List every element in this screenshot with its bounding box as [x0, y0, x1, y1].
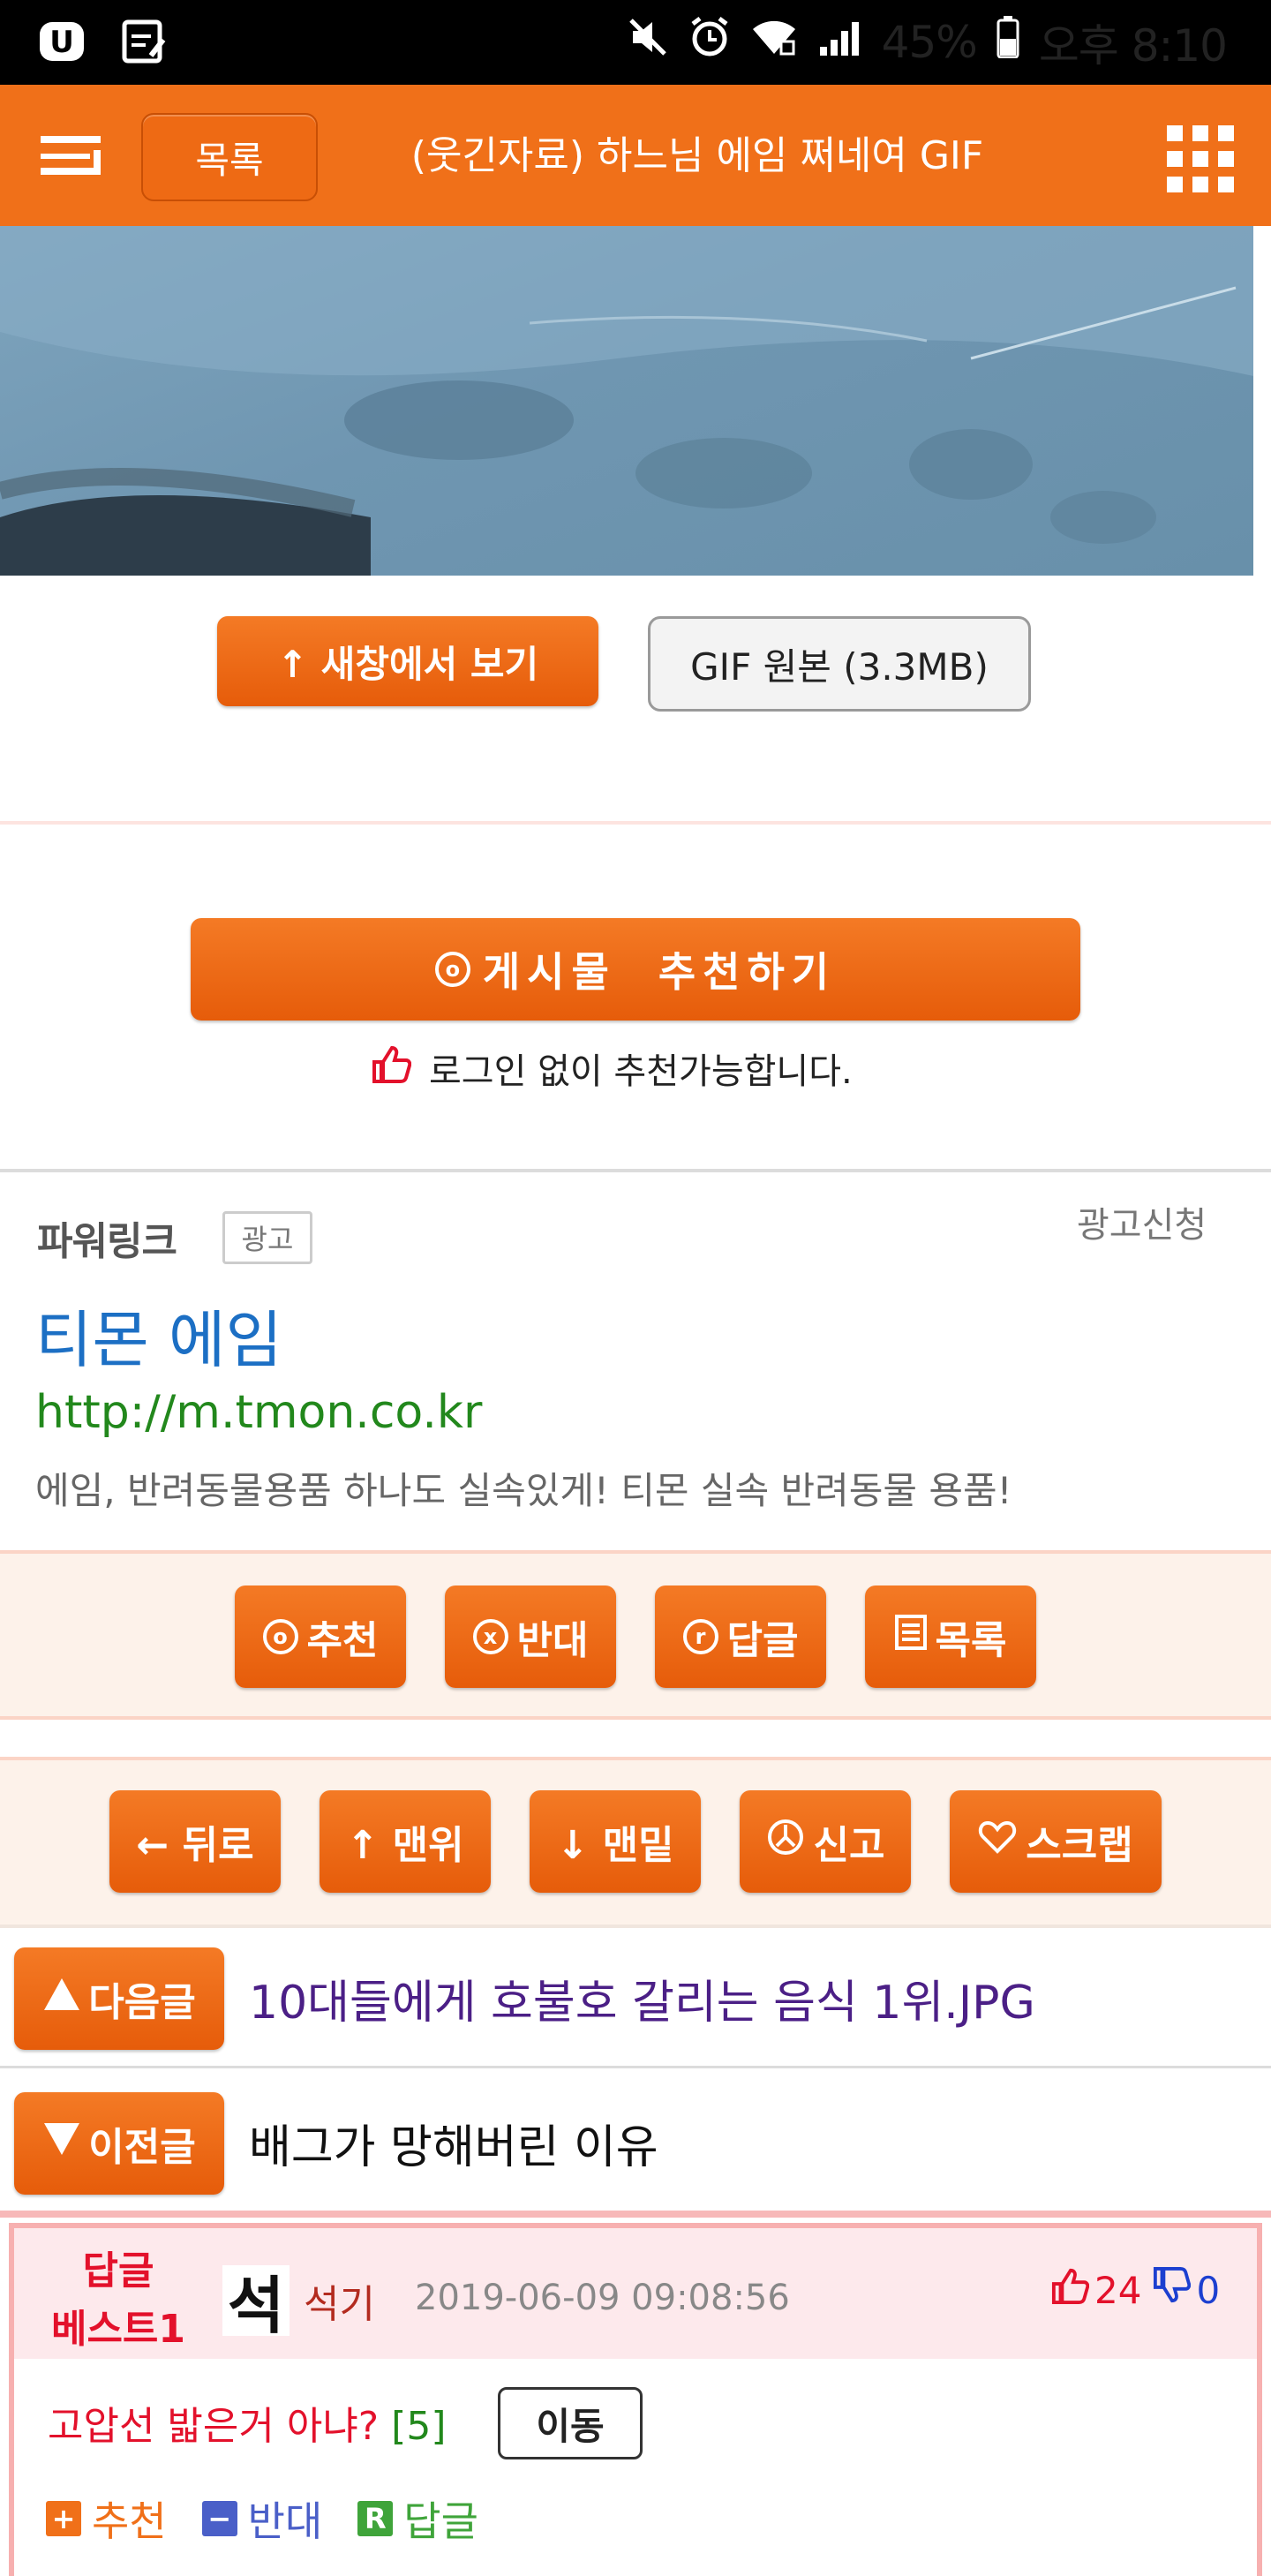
move-button[interactable]: 이동: [498, 2387, 643, 2459]
apps-grid-icon[interactable]: [1167, 125, 1234, 192]
recommend-button[interactable]: o 추천: [235, 1586, 406, 1688]
clock: 오후 8:10: [1038, 20, 1228, 72]
reply-text-line: 고압선 밟은거 아냐? [5]: [48, 2394, 447, 2451]
app-notification-icon: U: [35, 16, 90, 67]
down-vote-count: 0: [1196, 2268, 1221, 2312]
thumbs-down-icon: [1152, 2267, 1192, 2313]
reply-r-icon: R: [357, 2501, 394, 2536]
triangle-down-icon: [42, 2121, 81, 2166]
reply-text: 고압선 밟은거 아냐?: [48, 2404, 380, 2449]
thumbs-up-icon: [371, 1044, 412, 1092]
next-post-label: 다음글: [88, 1980, 196, 2025]
action-bar: [0, 1550, 1271, 1720]
recommend-label: 추천: [306, 1618, 379, 1663]
powerlink-title: 파워링크: [37, 1219, 177, 1264]
battery-icon: [996, 16, 1019, 69]
reply-button[interactable]: r 답글: [655, 1586, 826, 1688]
divider: [0, 1169, 1271, 1172]
gif-image: [0, 226, 1253, 576]
reply-oppose-link[interactable]: − 반대: [201, 2489, 323, 2548]
reply-icon: r: [682, 1619, 718, 1654]
reply-actions: + 추천 − 반대 R 답글: [46, 2489, 478, 2548]
reply-label: 답글: [726, 1618, 799, 1663]
prev-post-button[interactable]: 이전글: [14, 2092, 224, 2195]
divider: [0, 2211, 1271, 2218]
best-reply-label-line2: 베스트1: [50, 2307, 186, 2352]
divider: [0, 1924, 1271, 1928]
reply-date: 2019-06-09 09:08:56: [415, 2278, 790, 2318]
next-post-button[interactable]: 다음글: [14, 1947, 224, 2050]
header-list-button[interactable]: 목록: [141, 113, 318, 201]
reply-votes: 24 0: [1050, 2267, 1220, 2313]
ad-description: 에임, 반려동물용품 하나도 실속있게! 티몬 실속 반려동물 용품!: [35, 1469, 1012, 1512]
plus-icon: +: [46, 2501, 81, 2536]
bottom-button[interactable]: ↓ 맨밑: [530, 1790, 701, 1893]
menu-icon[interactable]: [37, 132, 104, 178]
report-icon: [766, 1818, 805, 1866]
svg-text:U: U: [49, 25, 74, 60]
list-label: 목록: [935, 1618, 1007, 1663]
oppose-button[interactable]: x 반대: [445, 1586, 616, 1688]
alarm-icon: [688, 15, 732, 70]
divider: [0, 821, 1271, 825]
page-title: (웃긴자료) 하느님 에임 쩌네여 GIF: [410, 133, 984, 178]
oppose-icon: x: [472, 1619, 508, 1654]
recommend-note-text: 로그인 없이 추천가능합니다.: [429, 1051, 853, 1092]
wifi-icon: [751, 17, 797, 68]
prev-post-label: 이전글: [88, 2125, 196, 2170]
post-recommend-label: 게시물 추천하기: [482, 948, 837, 996]
divider: [0, 2066, 1271, 2068]
reply-reply-link[interactable]: R 답글: [357, 2489, 478, 2548]
scrap-label: 스크랩: [1026, 1823, 1133, 1868]
reply-recommend-label: 추천: [92, 2497, 167, 2545]
report-label: 신고: [813, 1823, 885, 1868]
reply-reply-label: 답글: [403, 2497, 478, 2545]
list-button[interactable]: 목록: [865, 1586, 1036, 1688]
open-new-window-button[interactable]: ↑ 새창에서 보기: [217, 616, 598, 706]
report-button[interactable]: 신고: [740, 1790, 911, 1893]
status-right: 45% 오후 8:10: [628, 0, 1228, 85]
best-reply-label-line1: 답글: [82, 2248, 154, 2294]
triangle-up-icon: [42, 1977, 81, 2022]
mute-icon: [628, 17, 668, 68]
oppose-label: 반대: [516, 1618, 589, 1663]
best-reply-label: 답글 베스트1: [30, 2242, 207, 2359]
next-post-title[interactable]: 10대들에게 호불호 갈리는 음식 1위.JPG: [249, 1965, 1035, 2031]
battery-percent: 45%: [881, 17, 978, 68]
up-vote-count: 24: [1094, 2268, 1142, 2312]
avatar: 석: [222, 2265, 290, 2342]
signal-icon: [816, 17, 862, 68]
recommend-icon: o: [262, 1619, 298, 1654]
back-button[interactable]: ← 뒤로: [109, 1790, 281, 1893]
post-recommend-button[interactable]: o 게시물 추천하기: [191, 918, 1080, 1021]
ad-request-link[interactable]: 광고신청: [1077, 1196, 1207, 1247]
heart-icon: [978, 1819, 1017, 1864]
reply-author[interactable]: 석기: [304, 2272, 375, 2329]
status-left-icons: U: [35, 16, 171, 67]
minus-icon: −: [201, 2501, 237, 2536]
reply-count: [5]: [391, 2404, 447, 2449]
recommend-note: 로그인 없이 추천가능합니다.: [371, 1042, 853, 1095]
ad-title-link[interactable]: 티몬 에임: [35, 1291, 282, 1380]
list-icon: [894, 1614, 927, 1660]
reply-recommend-link[interactable]: + 추천: [46, 2489, 167, 2548]
recommend-circle-icon: o: [434, 952, 470, 987]
prev-post-title[interactable]: 배그가 망해버린 이유: [249, 2110, 658, 2176]
top-button[interactable]: ↑ 맨위: [320, 1790, 491, 1893]
ad-badge: 광고: [222, 1211, 312, 1264]
memo-notification-icon: [117, 16, 171, 67]
gif-original-button[interactable]: GIF 원본 (3.3MB): [648, 616, 1031, 712]
ad-url[interactable]: http://m.tmon.co.kr: [35, 1386, 482, 1439]
thumbs-up-icon: [1050, 2267, 1090, 2313]
reply-oppose-label: 반대: [247, 2497, 323, 2545]
scrap-button[interactable]: 스크랩: [950, 1790, 1162, 1893]
